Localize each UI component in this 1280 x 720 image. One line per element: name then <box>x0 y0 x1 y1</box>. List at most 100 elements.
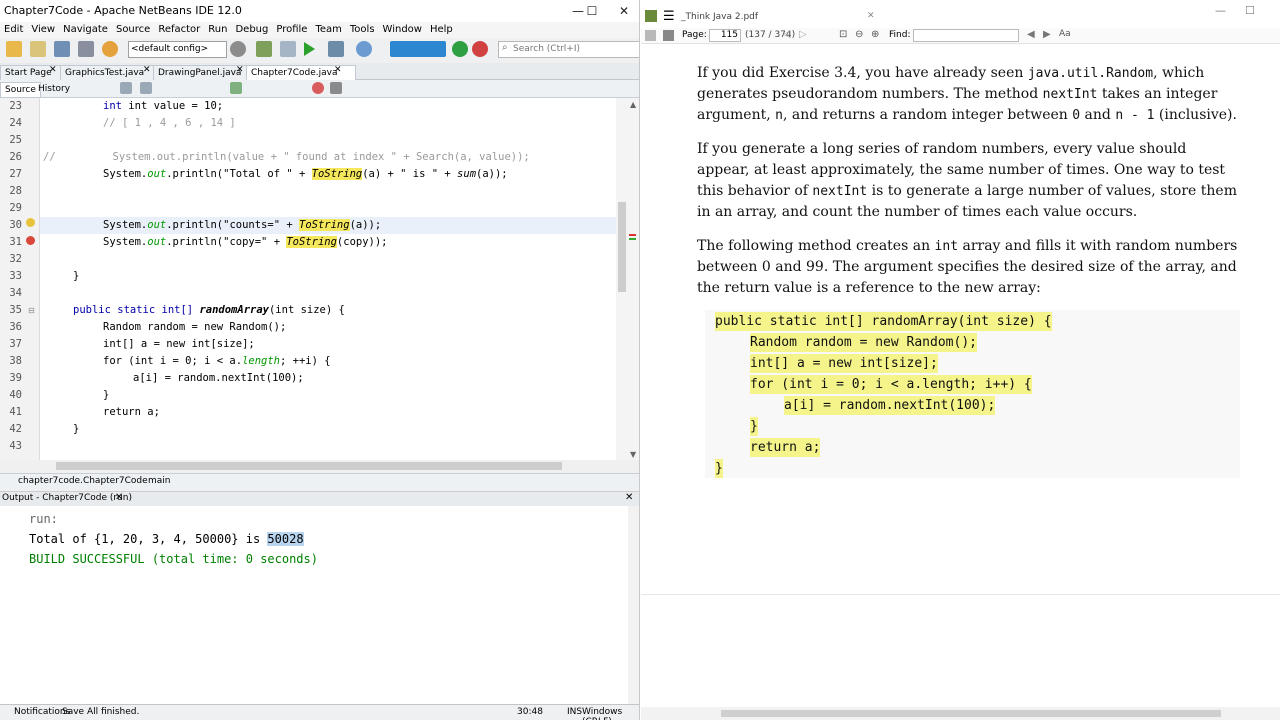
close-tab-icon[interactable]: ✕ <box>49 65 57 75</box>
menu-source[interactable]: Source <box>112 22 154 38</box>
stop-icon[interactable] <box>472 41 488 57</box>
zoom-out-icon[interactable]: ⊖ <box>855 29 863 40</box>
scroll-up-icon[interactable]: ▲ <box>630 100 636 109</box>
match-case-icon[interactable]: Aa <box>1059 29 1071 39</box>
line-number: 43 <box>9 440 22 452</box>
close-tab-icon[interactable]: ✕ <box>143 65 151 75</box>
close-output-icon[interactable]: ✕ <box>115 492 123 503</box>
editor-horizontal-scrollbar[interactable] <box>40 460 616 472</box>
code-line-35: public static int[] randomArray(int size… <box>73 304 345 316</box>
menu-navigate[interactable]: Navigate <box>59 22 112 38</box>
run-icon[interactable] <box>304 42 315 56</box>
gc-icon[interactable] <box>452 41 468 57</box>
search-input[interactable]: Search (Ctrl+I) <box>498 41 639 58</box>
find-prev-icon[interactable]: ◀ <box>1027 29 1035 40</box>
change-stripe[interactable] <box>629 238 636 240</box>
pdf-paragraph-3: The following method creates an int arra… <box>697 238 1238 296</box>
page-divider <box>641 594 1280 595</box>
history-tab[interactable]: History <box>34 82 74 96</box>
pdf-code-line: for (int i = 0; i < a.length; i++) { <box>750 375 1032 394</box>
find-next-icon[interactable]: ▶ <box>1043 29 1051 40</box>
new-project-icon[interactable] <box>6 41 22 57</box>
menu-help[interactable]: Help <box>426 22 457 38</box>
close-button[interactable]: ✕ <box>610 0 638 22</box>
caret-position: 30:48 <box>517 707 543 717</box>
breadcrumb-class[interactable]: chapter7code.Chapter7Code <box>18 476 148 486</box>
menu-refactor[interactable]: Refactor <box>154 22 204 38</box>
breadcrumb-method[interactable]: main <box>148 476 171 486</box>
close-tab-icon[interactable]: ✕ <box>334 65 342 75</box>
output-scrollbar[interactable] <box>628 506 639 704</box>
line-number: 36 <box>9 321 22 333</box>
target-icon[interactable] <box>230 41 246 57</box>
tab-start-page[interactable]: Start Page <box>0 65 68 81</box>
hscroll-thumb[interactable] <box>56 462 562 470</box>
search-icon: ⌕ <box>502 42 508 53</box>
pdf-minimize-button[interactable]: — <box>1215 4 1226 17</box>
find-icon[interactable] <box>140 82 152 94</box>
build-icon[interactable] <box>256 41 272 57</box>
bookmark-icon[interactable] <box>230 82 242 94</box>
menu-edit[interactable]: Edit <box>0 22 27 38</box>
undo-icon[interactable] <box>102 41 118 57</box>
line-number: 24 <box>9 117 22 129</box>
line-number: 23 <box>9 100 22 112</box>
error-mark-icon[interactable] <box>26 236 35 245</box>
scroll-down-icon[interactable]: ▼ <box>630 450 636 459</box>
line-number: 38 <box>9 355 22 367</box>
profile-icon[interactable] <box>356 41 372 57</box>
code-line-37: int[] a = new int[size]; <box>103 338 255 350</box>
print-icon[interactable] <box>663 30 674 41</box>
close-tab-icon[interactable]: ✕ <box>236 65 244 75</box>
error-stripe[interactable] <box>629 234 636 236</box>
fold-icon[interactable]: ⊟ <box>28 306 35 315</box>
menu-icon[interactable]: ☰ <box>663 9 675 24</box>
next-page-icon[interactable]: ▷ <box>799 29 807 40</box>
last-edit-icon[interactable] <box>120 82 132 94</box>
menu-debug[interactable]: Debug <box>231 22 272 38</box>
line-ending[interactable]: Windows (CRLF) <box>582 707 639 720</box>
output-console[interactable]: run: Total of {1, 20, 3, 4, 50000} is 50… <box>0 506 628 704</box>
clean-build-icon[interactable] <box>280 41 296 57</box>
output-build-line: BUILD SUCCESSFUL (total time: 0 seconds) <box>29 552 318 566</box>
new-file-icon[interactable] <box>30 41 46 57</box>
find-input[interactable] <box>913 29 1019 42</box>
status-bar: Notifications Save All finished. 30:48 I… <box>0 704 639 720</box>
menu-window[interactable]: Window <box>379 22 426 38</box>
maximize-button[interactable]: ☐ <box>578 0 606 22</box>
code-line-27: System.out.println("Total of " + ToStrin… <box>103 168 508 180</box>
pdf-maximize-button[interactable]: ☐ <box>1245 4 1255 17</box>
pdf-horizontal-scrollbar[interactable] <box>641 707 1280 720</box>
editor-toolbar: Source History <box>0 80 639 98</box>
page-input[interactable]: 115 <box>709 29 741 42</box>
close-doc-tab-icon[interactable]: ✕ <box>867 11 875 21</box>
fit-page-icon[interactable]: ⊡ <box>839 29 847 40</box>
config-select[interactable]: <default config> <box>128 41 227 58</box>
menu-view[interactable]: View <box>27 22 59 38</box>
stop-macro-icon[interactable] <box>330 82 342 94</box>
menu-tools[interactable]: Tools <box>346 22 379 38</box>
page-label: Page: <box>682 30 707 40</box>
prev-page-icon[interactable]: ◁ <box>783 29 791 40</box>
open-icon[interactable] <box>645 30 656 41</box>
record-macro-icon[interactable] <box>312 82 324 94</box>
code-line-33: } <box>73 270 80 282</box>
save-all-icon[interactable] <box>78 41 94 57</box>
editor-vertical-scrollbar[interactable]: ▲ ▼ <box>616 98 639 460</box>
menu-bar: Edit View Navigate Source Refactor Run Debug Pr… <box>0 22 639 38</box>
line-number: 30 <box>9 219 22 231</box>
zoom-in-icon[interactable]: ⊕ <box>871 29 879 40</box>
code-editor[interactable]: int int value = 10; // [ 1 , 4 , 6 , 14 … <box>40 98 616 460</box>
open-project-icon[interactable] <box>54 41 70 57</box>
memory-meter[interactable] <box>390 41 446 57</box>
menu-profile[interactable]: Profile <box>272 22 311 38</box>
menu-run[interactable]: Run <box>204 22 231 38</box>
pdf-code-line: public static int[] randomArray(int size… <box>715 312 1052 331</box>
line-number: 41 <box>9 406 22 418</box>
pdf-hscroll-thumb[interactable] <box>721 710 1221 717</box>
menu-team[interactable]: Team <box>311 22 345 38</box>
debug-icon[interactable] <box>328 41 344 57</box>
hint-bulb-icon[interactable] <box>26 218 35 227</box>
scroll-thumb[interactable] <box>618 202 626 292</box>
close-panel-icon[interactable]: ✕ <box>625 492 633 503</box>
